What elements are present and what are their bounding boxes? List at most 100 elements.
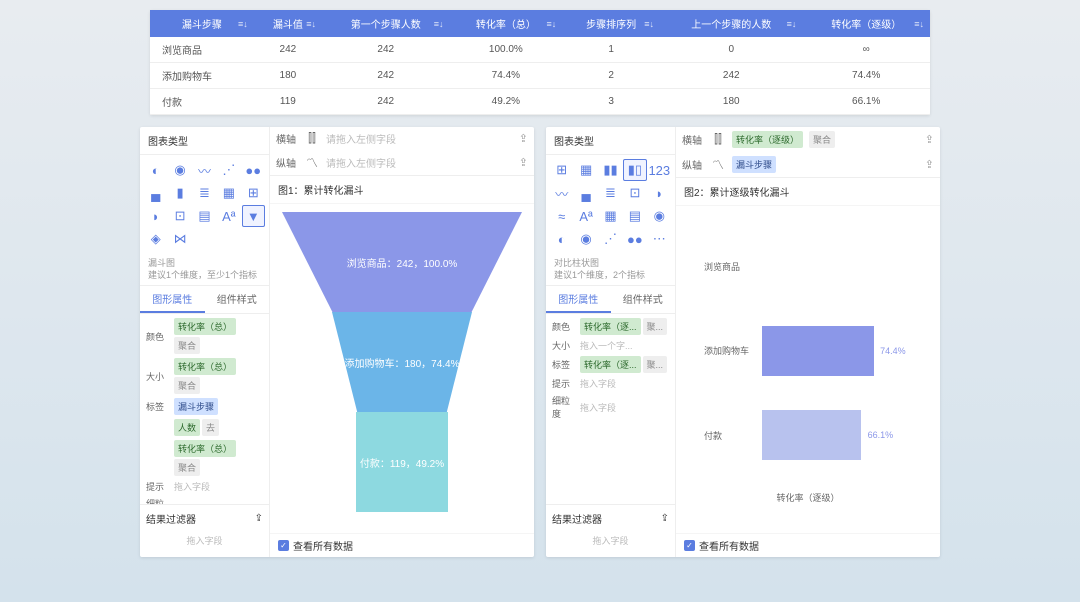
col-step[interactable]: 漏斗步骤≡↓	[150, 10, 254, 37]
chart-type-area-icon[interactable]: ▄	[574, 182, 597, 204]
tab-shape-props[interactable]: 图形属性	[140, 286, 205, 313]
chart-type-bar-icon[interactable]: ▮	[168, 182, 191, 204]
bar-segment[interactable]: 74.4%	[762, 326, 874, 376]
chart-type-tree-icon[interactable]: ◉	[648, 205, 671, 227]
funnel-segment-2[interactable]: 添加购物车：180，74.4%	[332, 312, 472, 412]
table-row[interactable]: 付款11924249.2%318066.1%	[150, 89, 930, 115]
col-rate-total[interactable]: 转化率（总）≡↓	[450, 10, 563, 37]
view-all-checkbox[interactable]: ✓	[278, 540, 289, 551]
prop-label-label: 标签	[552, 358, 576, 371]
chart-type-map-icon[interactable]: ▦	[217, 182, 240, 204]
x-axis-pill[interactable]: 转化率（逐级）	[732, 131, 803, 148]
export-icon[interactable]: ⇪	[925, 158, 934, 171]
drop-placeholder[interactable]: 拖入字段	[580, 401, 616, 414]
sort-icon[interactable]: ≡↓	[306, 19, 316, 29]
section-chart-type: 图表类型	[140, 127, 269, 155]
agg-pill[interactable]: 聚合	[174, 337, 200, 354]
agg-pill[interactable]: 聚合	[174, 377, 200, 394]
export-icon[interactable]: ⇪	[519, 132, 528, 145]
funnel-segment-1[interactable]: 浏览商品：242，100.0%	[282, 212, 522, 312]
col-order[interactable]: 步骤排序列≡↓	[562, 10, 660, 37]
chart-type-area-icon[interactable]: ▄	[144, 182, 167, 204]
axis-config-icon[interactable]: 〽	[710, 156, 726, 173]
chart-type-stack-icon[interactable]: ≣	[599, 182, 622, 204]
chart-type-line-icon[interactable]: 〰	[193, 159, 216, 181]
chart-type-map-icon[interactable]: ▦	[599, 205, 622, 227]
table-row[interactable]: 浏览商品242242100.0%10∞	[150, 37, 930, 63]
tab-shape-props[interactable]: 图形属性	[546, 286, 611, 313]
chart-type-gauge-icon[interactable]: ◗	[144, 205, 167, 227]
bar-segment[interactable]: 66.1%	[762, 410, 861, 460]
chart-type-combo-icon[interactable]: ⊡	[623, 182, 646, 204]
chart-type-bar-icon[interactable]: ▮▮	[599, 159, 622, 181]
chart-type-bubble-icon[interactable]: ●●	[242, 159, 265, 181]
sort-icon[interactable]: ≡↓	[546, 19, 556, 29]
export-icon[interactable]: ⇪	[661, 513, 669, 524]
filter-header: 结果过滤器	[552, 511, 602, 526]
chart-type-table-icon[interactable]: ⊞	[550, 159, 573, 181]
y-axis-drop[interactable]: 请拖入左侧字段	[326, 155, 513, 170]
label-field-pill[interactable]: 漏斗步骤	[174, 398, 218, 415]
chart-type-pie-icon[interactable]: ◐	[550, 228, 573, 250]
col-first[interactable]: 第一个步骤人数≡↓	[322, 10, 450, 37]
chart-type-pivot-icon[interactable]: ▦	[574, 159, 597, 181]
chart-type-donut-icon[interactable]: ◉	[168, 159, 191, 181]
view-all-checkbox[interactable]: ✓	[684, 540, 695, 551]
chart-type-scatter-icon[interactable]: ⋰	[599, 228, 622, 250]
sort-icon[interactable]: ≡↓	[238, 19, 248, 29]
chart-type-text-icon[interactable]: Aª	[217, 205, 240, 227]
sort-icon[interactable]: ≡↓	[914, 19, 924, 29]
y-axis-pill[interactable]: 漏斗步骤	[732, 156, 776, 173]
chart-type-scatter-icon[interactable]: ⋰	[217, 159, 240, 181]
chart-type-funnel-icon[interactable]: ▼	[242, 205, 265, 227]
export-icon[interactable]: ⇪	[925, 133, 934, 146]
chart-type-gauge-icon[interactable]: ◗	[648, 182, 671, 204]
chart-type-radar-icon[interactable]: ◈	[144, 228, 167, 250]
color-field-pill[interactable]: 转化率（逐...	[580, 318, 641, 335]
drop-placeholder[interactable]: 拖入一个字...	[580, 339, 633, 352]
chart-type-heat-icon[interactable]: ⊞	[242, 182, 265, 204]
chart-type-donut-icon[interactable]: ◉	[574, 228, 597, 250]
tab-comp-style[interactable]: 组件样式	[611, 286, 676, 313]
label-field-pill[interactable]: 转化率（逐...	[580, 356, 641, 373]
chart-type-pie-icon[interactable]: ◐	[144, 159, 167, 181]
col-prev[interactable]: 上一个步骤的人数≡↓	[660, 10, 802, 37]
funnel-data-table: 漏斗步骤≡↓ 漏斗值≡↓ 第一个步骤人数≡↓ 转化率（总）≡↓ 步骤排序列≡↓ …	[150, 10, 930, 115]
col-rate-step[interactable]: 转化率（逐级）≡↓	[802, 10, 930, 37]
size-field-pill[interactable]: 转化率（总）	[174, 358, 236, 375]
chart-type-bubble-icon[interactable]: ●●	[623, 228, 646, 250]
tab-comp-style[interactable]: 组件样式	[205, 286, 270, 313]
chart-type-grid-icon[interactable]: ▤	[193, 205, 216, 227]
axis-config-icon[interactable]: ⫿⫿	[304, 131, 320, 146]
x-axis-drop[interactable]: 请拖入左侧字段	[326, 131, 513, 146]
chart-type-text-icon[interactable]: Aª	[574, 205, 597, 227]
chart-type-more-icon[interactable]: ⋯	[648, 228, 671, 250]
table-row[interactable]: 添加购物车18024274.4%224274.4%	[150, 63, 930, 89]
chart-type-stack-icon[interactable]: ≣	[193, 182, 216, 204]
chart-type-wave-icon[interactable]: ≈	[550, 205, 573, 227]
chart-type-heat-icon[interactable]: ▤	[623, 205, 646, 227]
color-field-pill[interactable]: 转化率（总）	[174, 318, 236, 335]
chart-type-compare-bar-icon[interactable]: ▮▯	[623, 159, 646, 181]
drop-placeholder[interactable]: 拖入字段	[174, 480, 210, 493]
label-field-pill[interactable]: 人数	[174, 419, 200, 436]
funnel-chart: 浏览商品：242，100.0% 添加购物车：180，74.4% 付款：119，4…	[278, 212, 526, 522]
chart-type-line-icon[interactable]: 〰	[550, 182, 573, 204]
export-icon[interactable]: ⇪	[255, 513, 263, 524]
chart-type-hint: 对比柱状图建议1个维度，2个指标	[546, 254, 675, 285]
sort-icon[interactable]: ≡↓	[787, 19, 797, 29]
drop-placeholder[interactable]: 拖入字段	[580, 377, 616, 390]
filter-drop-zone[interactable]: 拖入字段	[146, 528, 263, 553]
chart-type-tree-icon[interactable]: ⊡	[168, 205, 191, 227]
chart-type-sankey-icon[interactable]: ⋈	[168, 228, 191, 250]
filter-drop-zone[interactable]: 拖入字段	[552, 528, 669, 553]
label-field-pill[interactable]: 转化率（总）	[174, 440, 236, 457]
chart-type-number-icon[interactable]: 123	[648, 159, 671, 181]
col-value[interactable]: 漏斗值≡↓	[254, 10, 322, 37]
axis-config-icon[interactable]: ⫿⫿	[710, 132, 726, 147]
sort-icon[interactable]: ≡↓	[644, 19, 654, 29]
axis-config-icon[interactable]: 〽	[304, 154, 320, 171]
export-icon[interactable]: ⇪	[519, 156, 528, 169]
sort-icon[interactable]: ≡↓	[434, 19, 444, 29]
funnel-segment-3[interactable]: 付款：119，49.2%	[356, 412, 448, 512]
